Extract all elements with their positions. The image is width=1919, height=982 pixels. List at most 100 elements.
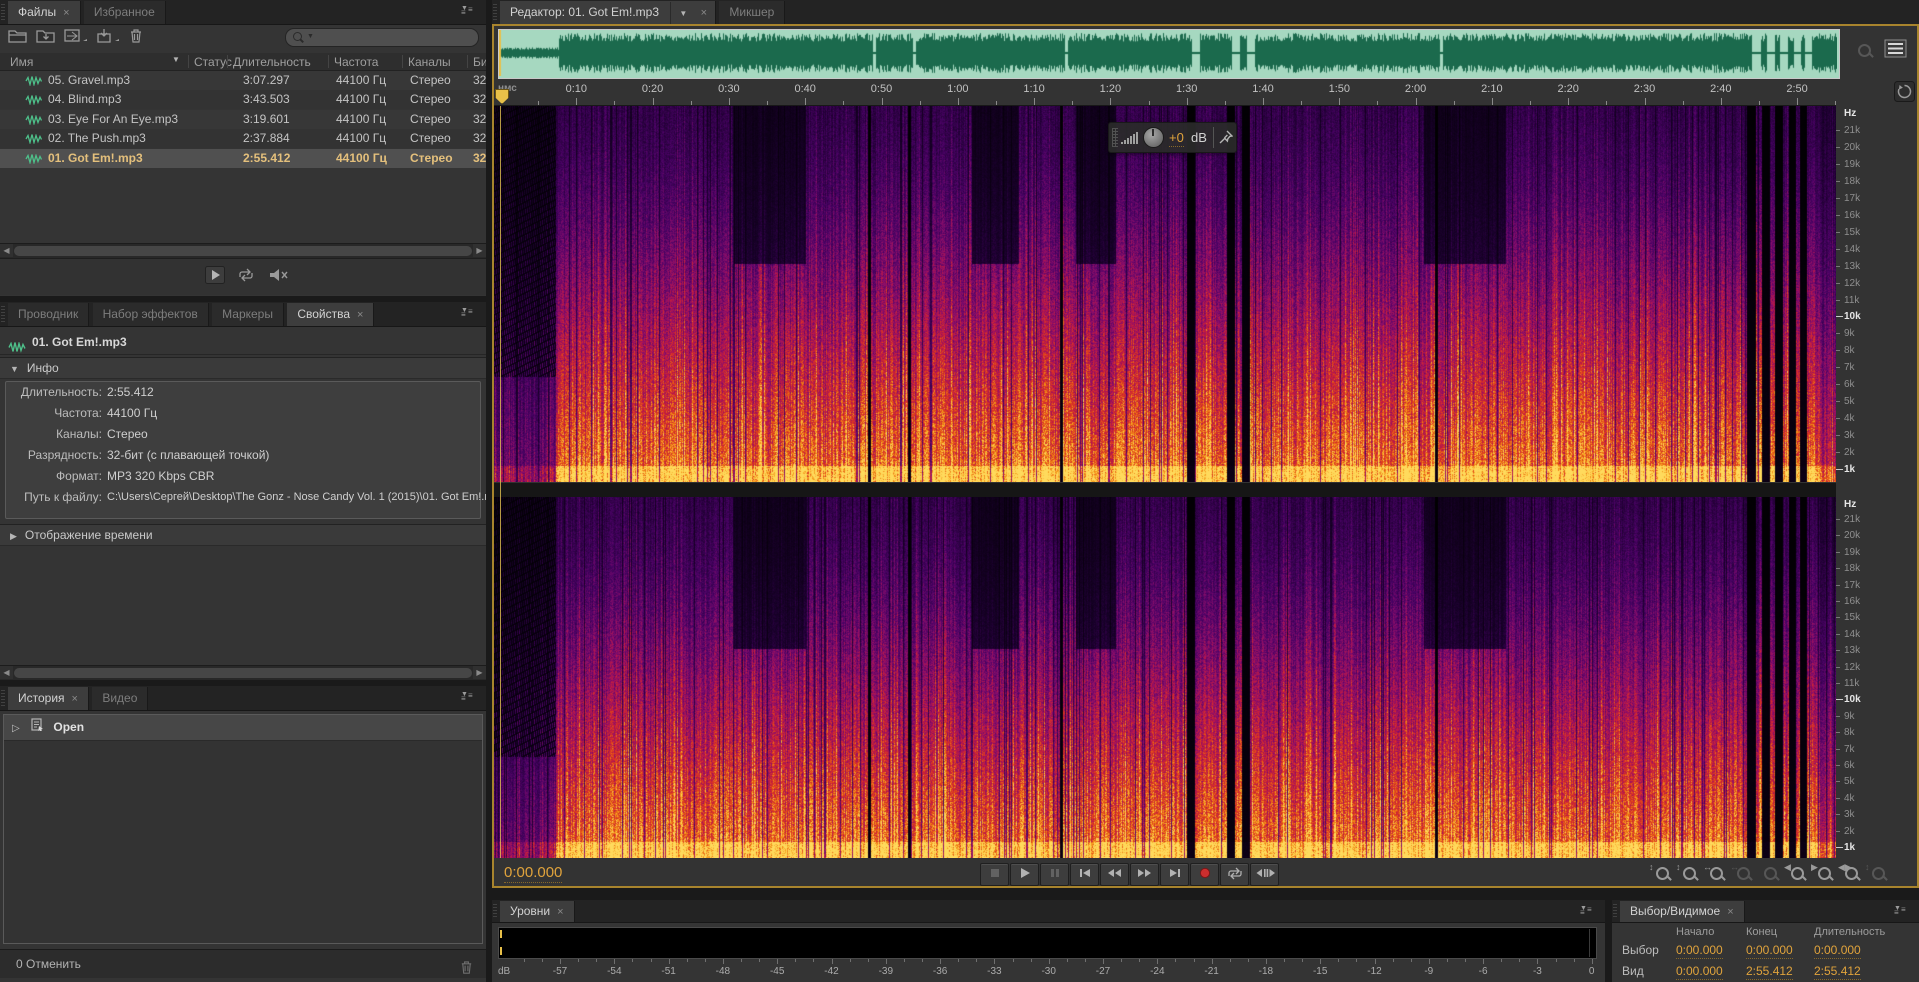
scroll-right-icon[interactable]: ▶: [473, 244, 486, 257]
skip-to-start-button[interactable]: [1070, 863, 1099, 886]
db-tick: [632, 959, 633, 962]
overview-waveform[interactable]: [499, 30, 1837, 76]
overview-menu-icon[interactable]: [1884, 39, 1907, 61]
delete-icon[interactable]: [128, 28, 144, 47]
view-start-value[interactable]: 0:00.000: [1676, 964, 1723, 980]
pin-icon[interactable]: [1219, 130, 1233, 147]
loop-playback-icon[interactable]: [235, 266, 257, 287]
stop-button[interactable]: [980, 863, 1009, 886]
ruler-tick: [1645, 98, 1646, 105]
ruler-tick: [996, 101, 997, 105]
properties-hscrollbar[interactable]: ◀ ▶: [0, 665, 486, 680]
zoom-vertical-custom[interactable]: ↕: [1864, 863, 1890, 884]
zoom-to-selection[interactable]: ◀▶: [1837, 863, 1863, 884]
panel-menu-icon[interactable]: ▼≡≡: [1894, 907, 1912, 918]
zoom-in-vertical[interactable]: ↕: [1648, 863, 1674, 884]
spectrogram-left-channel[interactable]: [494, 106, 1836, 482]
import-file-icon[interactable]: [36, 28, 56, 47]
editor-dropdown-icon[interactable]: ▼: [670, 2, 695, 25]
trash-icon[interactable]: [459, 957, 474, 982]
spectrogram-right-channel[interactable]: [494, 497, 1836, 858]
scroll-left-icon[interactable]: ◀: [0, 244, 13, 257]
tab-explorer[interactable]: Проводник: [8, 303, 89, 326]
burn-cd-icon[interactable]: [96, 28, 120, 47]
view-duration-value[interactable]: 2:55.412: [1814, 964, 1861, 980]
files-hscrollbar[interactable]: ◀ ▶: [0, 243, 486, 258]
time-display-section-header[interactable]: ▶Отображение времени: [0, 524, 486, 546]
scroll-left-icon[interactable]: ◀: [0, 666, 13, 679]
zoom-out-horizontal[interactable]: ↔: [1729, 863, 1755, 884]
info-section-header[interactable]: ▼Инфо: [0, 357, 486, 379]
playhead-line[interactable]: [500, 106, 501, 858]
tab-history[interactable]: История×: [8, 687, 89, 710]
tab-files[interactable]: Файлы×: [8, 1, 81, 24]
ruler-tick-label: 2:00: [1405, 83, 1426, 95]
scroll-right-icon[interactable]: ▶: [473, 666, 486, 679]
files-columns-header[interactable]: Имя ▼ Статус Длительность Частота Каналы…: [0, 53, 486, 71]
file-row[interactable]: 04. Blind.mp33:43.50344100 ГцСтерео32: [0, 90, 486, 109]
search-input[interactable]: ▼: [285, 28, 479, 47]
file-row[interactable]: 02. The Push.mp32:37.88444100 ГцСтерео32: [0, 129, 486, 148]
tab-levels[interactable]: Уровни×: [500, 901, 575, 922]
fast-forward-button[interactable]: [1130, 863, 1159, 886]
file-row[interactable]: 01. Got Em!.mp32:55.41244100 ГцСтерео32: [0, 149, 486, 168]
tab-markers[interactable]: Маркеры: [212, 303, 284, 326]
ruler-options-icon[interactable]: [1894, 81, 1915, 105]
tab-favorites[interactable]: Избранное: [84, 1, 166, 24]
overview-zoom-reset-icon[interactable]: [1850, 40, 1876, 61]
file-row[interactable]: 03. Eye For An Eye.mp33:19.60144100 ГцСт…: [0, 110, 486, 129]
tab-selection-view[interactable]: Выбор/Видимое×: [1620, 901, 1745, 922]
tab-effects-rack[interactable]: Набор эффектов: [93, 303, 209, 326]
db-tick: [1519, 959, 1520, 962]
play-button[interactable]: [1010, 863, 1039, 886]
history-item-open[interactable]: ▷ Open: [4, 715, 482, 741]
close-icon[interactable]: ×: [63, 7, 69, 19]
rewind-button[interactable]: [1100, 863, 1129, 886]
ruler-tick-label: 1:30: [1176, 83, 1197, 95]
skip-to-end-button[interactable]: [1160, 863, 1189, 886]
gain-hud[interactable]: +0 dB: [1108, 122, 1237, 153]
panel-menu-icon[interactable]: ▼≡≡: [461, 7, 479, 18]
grip-icon[interactable]: [1112, 128, 1118, 147]
open-file-icon[interactable]: [8, 28, 28, 47]
close-icon[interactable]: ×: [557, 906, 563, 918]
db-tick: [1031, 959, 1032, 962]
view-end-value[interactable]: 2:55.412: [1746, 964, 1793, 980]
close-icon[interactable]: ×: [357, 309, 363, 321]
panel-menu-icon[interactable]: ▼≡≡: [1580, 907, 1598, 918]
gain-knob[interactable]: [1143, 127, 1164, 148]
loop-playback-button[interactable]: [1220, 863, 1249, 886]
zoom-reset[interactable]: [1756, 863, 1782, 884]
selection-end-value[interactable]: 0:00.000: [1746, 943, 1793, 959]
insert-multitrack-icon[interactable]: [64, 28, 88, 47]
gain-value[interactable]: +0: [1169, 130, 1184, 147]
freq-tick: [1836, 164, 1840, 165]
panel-menu-icon[interactable]: ▼≡≡: [461, 309, 479, 320]
overview-strip[interactable]: [498, 29, 1840, 79]
ruler-tick: [1110, 98, 1111, 105]
selection-duration-value[interactable]: 0:00.000: [1814, 943, 1861, 959]
tab-mixer[interactable]: Микшер: [719, 1, 785, 24]
tab-editor[interactable]: Редактор: 01. Got Em!.mp3 ▼ ×: [500, 1, 716, 24]
selection-start-value[interactable]: 0:00.000: [1676, 943, 1723, 959]
pause-button[interactable]: [1040, 863, 1069, 886]
playhead-handle[interactable]: [495, 89, 509, 104]
zoom-to-out-point[interactable]: ▶: [1810, 863, 1836, 884]
record-button[interactable]: [1190, 863, 1219, 886]
autoplay-speaker-icon[interactable]: [267, 266, 289, 287]
close-icon[interactable]: ×: [699, 2, 715, 25]
zoom-out-vertical[interactable]: ↕: [1675, 863, 1701, 884]
close-icon[interactable]: ×: [72, 693, 78, 705]
playhead-time-display[interactable]: 0:00.000: [504, 864, 562, 883]
zoom-in-horizontal[interactable]: ↔: [1702, 863, 1728, 884]
file-row[interactable]: 05. Gravel.mp33:07.29744100 ГцСтерео32: [0, 71, 486, 90]
timeline-ruler[interactable]: нмс 0:100:200:300:400:501:001:101:201:30…: [494, 80, 1836, 106]
tab-video[interactable]: Видео: [92, 687, 148, 710]
tab-properties[interactable]: Свойства×: [287, 303, 374, 326]
skip-selection-button[interactable]: [1250, 863, 1279, 886]
play-icon[interactable]: [205, 266, 225, 287]
panel-menu-icon[interactable]: ▼≡≡: [461, 693, 479, 704]
close-icon[interactable]: ×: [1727, 906, 1733, 918]
level-meter[interactable]: [498, 927, 1597, 959]
zoom-to-in-point[interactable]: ◀: [1783, 863, 1809, 884]
